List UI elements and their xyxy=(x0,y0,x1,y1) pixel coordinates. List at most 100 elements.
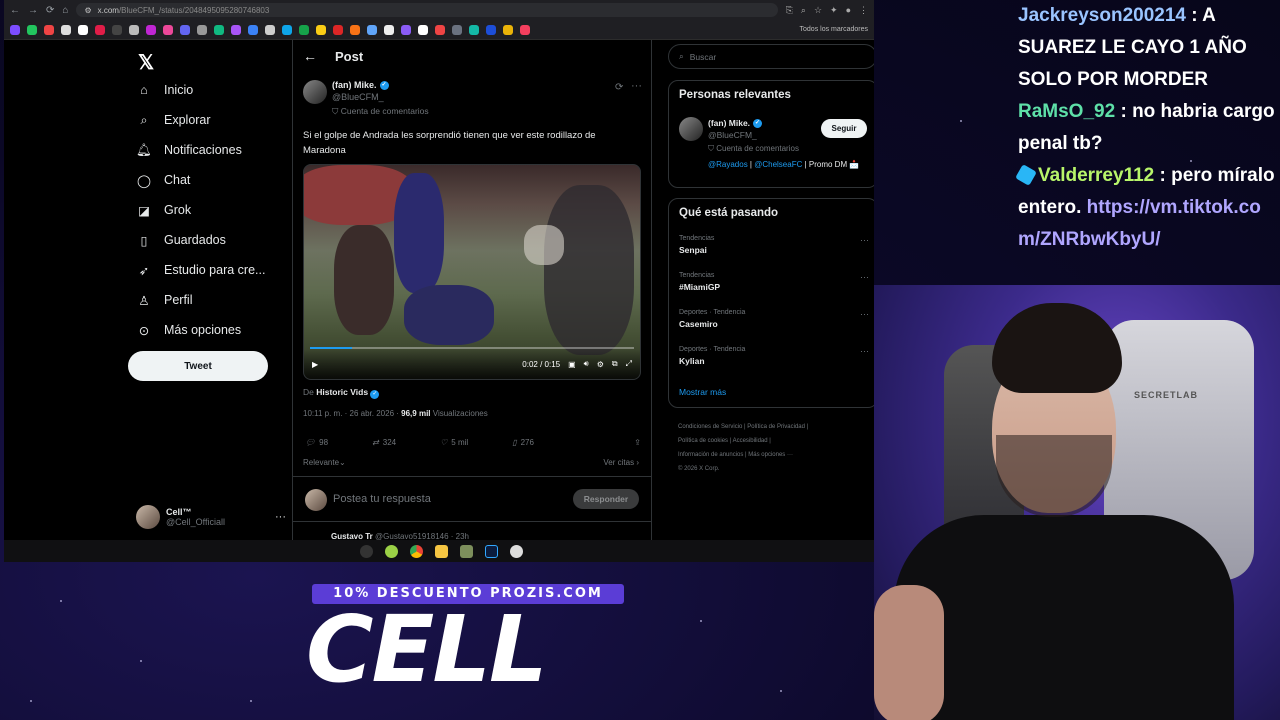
bookmark-icon[interactable] xyxy=(469,24,479,35)
bookmark-icon[interactable] xyxy=(503,24,513,35)
site-info-icon[interactable]: ⚙ xyxy=(84,6,91,15)
home-nav-icon[interactable]: ⌂ xyxy=(62,5,68,16)
x-logo-icon[interactable]: 𝕏 xyxy=(138,50,154,75)
follow-button[interactable]: Seguir xyxy=(821,119,867,138)
pip-icon[interactable]: ⧉ xyxy=(612,359,618,369)
bookmark-icon[interactable] xyxy=(214,24,224,35)
bookmark-icon[interactable] xyxy=(10,24,20,35)
nav-item-bookmarks[interactable]: ▯ Guardados xyxy=(136,232,226,248)
more-dots-icon[interactable]: ··· xyxy=(860,309,869,319)
app-icon[interactable] xyxy=(384,544,398,558)
more-dots-icon[interactable]: ··· xyxy=(860,272,869,282)
person-handle[interactable]: @BlueCFM_ xyxy=(708,130,757,140)
nav-item-creator-studio[interactable]: ➶ Estudio para cre... xyxy=(136,262,266,278)
extensions-icon[interactable]: ✦ xyxy=(830,5,838,16)
bookmark-icon[interactable] xyxy=(520,24,530,35)
bookmark-icon[interactable] xyxy=(163,24,173,35)
nav-item-profile[interactable]: ♙ Perfil xyxy=(136,292,192,308)
bookmark-icon[interactable] xyxy=(146,24,156,35)
footer-line[interactable]: Información de anuncios | Más opciones ·… xyxy=(678,448,874,462)
photoshop-icon[interactable] xyxy=(484,544,498,558)
settings-icon[interactable]: ⚙ xyxy=(597,360,604,369)
share-icon[interactable]: ⇪ xyxy=(634,438,641,447)
bookmark-icon[interactable] xyxy=(367,24,377,35)
bookmark-icon[interactable] xyxy=(316,24,326,35)
bookmark-icon[interactable] xyxy=(44,24,54,35)
bookmark-icon[interactable] xyxy=(180,24,190,35)
bookmark-icon[interactable] xyxy=(61,24,71,35)
url-field[interactable]: ⚙ x.com/BlueCFM_/status/2048495095280746… xyxy=(76,3,778,17)
bookmark-icon[interactable] xyxy=(197,24,207,35)
app-icon[interactable] xyxy=(359,544,373,558)
bookmark-icon[interactable] xyxy=(299,24,309,35)
nav-item-notifications[interactable]: 🔔︎ Notificaciones xyxy=(136,142,242,158)
trend-item[interactable]: Deportes · Tendencia Kylian ··· xyxy=(679,346,869,366)
nav-item-grok[interactable]: ◪ Grok xyxy=(136,202,191,218)
more-dots-icon[interactable]: ··· xyxy=(860,346,869,356)
app-icon[interactable] xyxy=(509,544,523,558)
bookmark-icon[interactable] xyxy=(282,24,292,35)
bookmark-icon[interactable] xyxy=(435,24,445,35)
bookmark-icon[interactable] xyxy=(350,24,360,35)
account-switcher[interactable]: Cell™ @Cell_Officiall ··· xyxy=(136,500,286,534)
bookmark-icon[interactable] xyxy=(248,24,258,35)
trend-item[interactable]: Tendencias Senpai ··· xyxy=(679,235,869,255)
bookmark-icon[interactable] xyxy=(78,24,88,35)
volume-icon[interactable]: 🔊︎ xyxy=(584,359,589,369)
avatar[interactable] xyxy=(303,80,327,104)
bookmark-icon[interactable] xyxy=(265,24,275,35)
post-timestamp[interactable]: 10:11 p. m. · 26 abr. 2026 · xyxy=(303,409,399,418)
like-action[interactable]: ♡ 5 mil xyxy=(440,438,468,447)
video-player[interactable]: ▶ 0:02 / 0:15 ▣ 🔊︎ ⚙ ⧉ ⤢ xyxy=(303,164,641,380)
grok-explain-icon[interactable]: ⟳ xyxy=(615,82,623,93)
reply-button[interactable]: Responder xyxy=(573,489,639,509)
back-arrow-icon[interactable]: ← xyxy=(303,48,317,64)
search-input[interactable]: ⌕ Buscar xyxy=(668,44,874,69)
zoom-icon[interactable]: ⌕ xyxy=(801,5,806,16)
bookmark-icon[interactable] xyxy=(27,24,37,35)
bookmark-icon[interactable] xyxy=(452,24,462,35)
captions-icon[interactable]: ▣ xyxy=(568,360,576,369)
footer-line[interactable]: Condiciones de Servicio | Política de Pr… xyxy=(678,420,874,434)
reload-icon[interactable]: ⟳ xyxy=(46,5,54,16)
more-dots-icon[interactable]: ··· xyxy=(860,235,869,245)
more-dots-icon[interactable]: ··· xyxy=(631,80,642,92)
bookmark-icon[interactable] xyxy=(384,24,394,35)
back-nav-icon[interactable]: ← xyxy=(10,5,20,16)
forward-nav-icon[interactable]: → xyxy=(28,5,38,16)
play-icon[interactable]: ▶ xyxy=(312,360,318,369)
app-icon[interactable] xyxy=(459,544,473,558)
author-name-row[interactable]: (fan) Mike. ✓ xyxy=(332,80,389,90)
reply-input[interactable]: Postea tu respuesta xyxy=(333,493,431,505)
bookmark-icon[interactable] xyxy=(486,24,496,35)
bio-link-chelsea[interactable]: @ChelseaFC xyxy=(754,160,802,169)
share-icon[interactable]: ⎘ xyxy=(786,5,793,16)
nav-item-chat[interactable]: ◯ Chat xyxy=(136,172,190,188)
from-source[interactable]: Historic Vids xyxy=(316,387,368,397)
bookmark-icon[interactable] xyxy=(231,24,241,35)
bookmark-icon[interactable] xyxy=(418,24,428,35)
sort-dropdown[interactable]: Relevante⌄ xyxy=(303,458,346,467)
bookmark-icon[interactable] xyxy=(112,24,122,35)
person-name-row[interactable]: (fan) Mike. ✓ xyxy=(708,118,763,128)
chrome-icon[interactable] xyxy=(409,544,423,558)
tweet-button[interactable]: Tweet xyxy=(128,351,268,381)
folder-icon[interactable] xyxy=(434,544,448,558)
all-bookmarks-folder[interactable]: Todos los marcadores xyxy=(800,26,868,33)
nav-item-explore[interactable]: ⌕ Explorar xyxy=(136,112,210,128)
bookmark-action[interactable]: ▯ 276 xyxy=(512,438,534,447)
nav-item-home[interactable]: ⌂ Inicio xyxy=(136,82,193,98)
view-quotes-link[interactable]: Ver citas › xyxy=(603,458,639,467)
trend-item[interactable]: Deportes · Tendencia Casemiro ··· xyxy=(679,309,869,329)
bookmark-icon[interactable] xyxy=(129,24,139,35)
fullscreen-icon[interactable]: ⤢ xyxy=(626,359,632,369)
bookmark-icon[interactable] xyxy=(333,24,343,35)
nav-item-more[interactable]: ⊙ Más opciones xyxy=(136,322,241,338)
bio-link-rayados[interactable]: @Rayados xyxy=(708,160,748,169)
show-more-link[interactable]: Mostrar más xyxy=(679,387,726,397)
repost-action[interactable]: ⇄ 324 xyxy=(372,438,396,447)
bookmark-icon[interactable] xyxy=(95,24,105,35)
reply-action[interactable]: 💬︎ 98 xyxy=(305,438,328,447)
menu-icon[interactable]: ⋮ xyxy=(859,5,868,16)
trend-item[interactable]: Tendencias #MiamiGP ··· xyxy=(679,272,869,292)
